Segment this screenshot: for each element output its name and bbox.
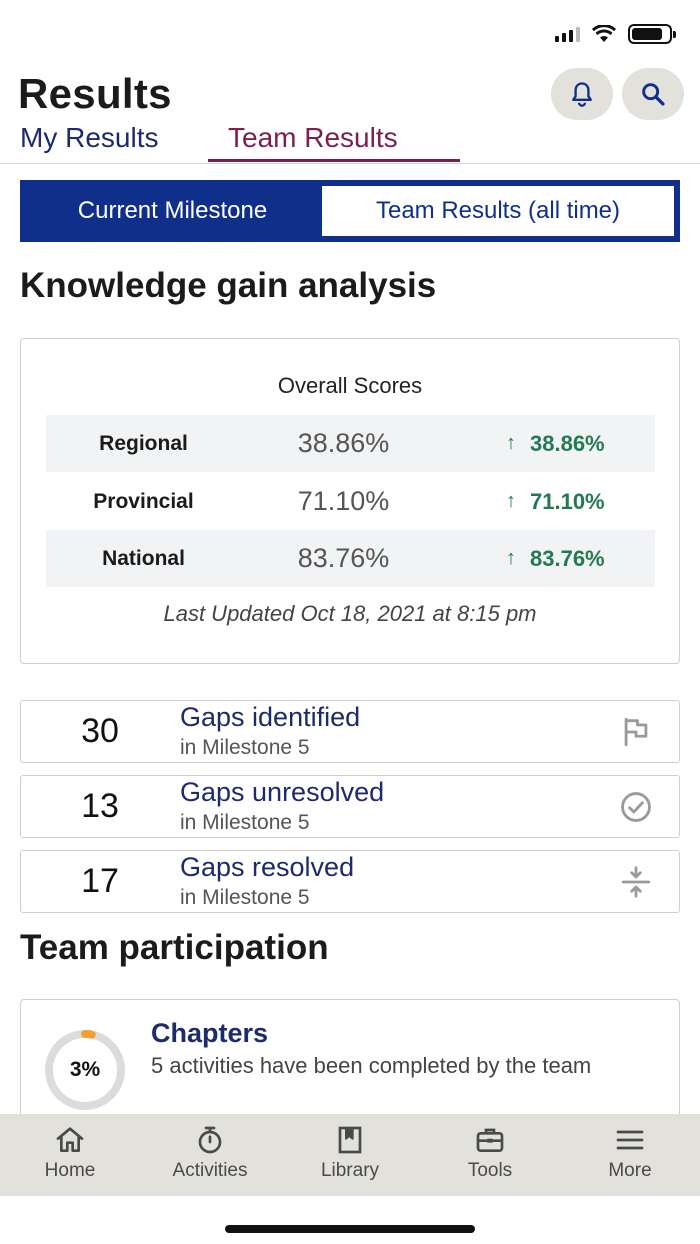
knowledge-gain-heading: Knowledge gain analysis xyxy=(20,266,437,305)
home-indicator[interactable] xyxy=(225,1225,475,1233)
overall-scores-title: Overall Scores xyxy=(277,373,423,398)
nav-label: More xyxy=(608,1160,652,1181)
chapters-title: Chapters xyxy=(151,1018,269,1048)
nav-tools[interactable]: Tools xyxy=(420,1114,560,1196)
status-icons xyxy=(555,24,676,44)
nav-library[interactable]: Library xyxy=(280,1114,420,1196)
bottom-navigation: Home Activities Library Tools More xyxy=(0,1114,700,1196)
nav-label: Tools xyxy=(467,1160,513,1181)
status-bar xyxy=(0,0,700,64)
score-delta: 83.76% xyxy=(530,545,605,571)
segment-team-results-all-time[interactable]: Team Results (all time) xyxy=(322,183,677,239)
gap-title: Gaps unresolved xyxy=(180,777,385,807)
flag-icon xyxy=(624,717,648,747)
bell-icon xyxy=(572,82,592,107)
gap-subtitle: in Milestone 5 xyxy=(180,736,310,759)
signal-icon xyxy=(555,26,580,42)
battery-icon xyxy=(628,24,676,44)
score-value: 38.86% xyxy=(297,428,390,458)
gap-subtitle: in Milestone 5 xyxy=(180,811,310,834)
gap-title: Gaps resolved xyxy=(180,852,355,882)
score-delta: 38.86% xyxy=(530,430,605,456)
score-value: 83.76% xyxy=(297,543,390,573)
score-row-provincial: Provincial 71.10% ↑ 71.10% xyxy=(46,473,655,530)
home-icon xyxy=(56,1127,84,1152)
milestone-segment-control: Current Milestone Team Results (all time… xyxy=(20,180,680,242)
gap-count: 13 xyxy=(81,787,119,825)
gap-count: 30 xyxy=(81,712,119,750)
nav-more[interactable]: More xyxy=(560,1114,700,1196)
page-title: Results xyxy=(18,70,172,117)
gaps-identified-card[interactable]: 30 Gaps identified in Milestone 5 xyxy=(20,700,680,763)
score-name: Provincial xyxy=(93,489,194,513)
notifications-button[interactable] xyxy=(551,68,613,120)
results-tabs: My Results Team Results xyxy=(0,118,700,164)
segment-current-milestone[interactable]: Current Milestone xyxy=(23,183,322,239)
arrow-up-icon: ↑ xyxy=(506,432,516,454)
wifi-icon xyxy=(592,25,616,42)
score-row-national: National 83.76% ↑ 83.76% xyxy=(46,530,655,587)
search-icon xyxy=(642,83,665,106)
score-row-regional: Regional 38.86% ↑ 38.86% xyxy=(46,415,655,472)
nav-label: Home xyxy=(44,1160,96,1181)
score-name: National xyxy=(102,546,185,570)
tab-team-results[interactable]: Team Results xyxy=(208,118,460,162)
nav-label: Activities xyxy=(172,1160,248,1181)
chapters-description: 5 activities have been completed by the … xyxy=(151,1053,592,1078)
book-icon xyxy=(338,1126,362,1154)
score-delta: 71.10% xyxy=(530,488,605,514)
overall-scores-card: Overall Scores Regional 38.86% ↑ 38.86% … xyxy=(20,338,680,664)
stopwatch-icon xyxy=(198,1126,222,1154)
gap-count: 17 xyxy=(81,862,119,900)
score-name: Regional xyxy=(99,431,188,455)
gap-title: Gaps identified xyxy=(180,702,361,732)
search-button[interactable] xyxy=(622,68,684,120)
nav-activities[interactable]: Activities xyxy=(140,1114,280,1196)
compress-icon xyxy=(621,866,651,898)
gaps-unresolved-card[interactable]: 13 Gaps unresolved in Milestone 5 xyxy=(20,775,680,838)
progress-percent: 3% xyxy=(69,1058,101,1081)
check-circle-icon xyxy=(621,792,651,822)
score-value: 71.10% xyxy=(297,486,390,516)
team-participation-heading: Team participation xyxy=(20,928,329,967)
nav-home[interactable]: Home xyxy=(0,1114,140,1196)
tab-my-results[interactable]: My Results xyxy=(20,118,158,162)
gap-subtitle: in Milestone 5 xyxy=(180,886,310,909)
menu-icon xyxy=(616,1130,644,1150)
toolbox-icon xyxy=(476,1128,504,1152)
last-updated: Last Updated Oct 18, 2021 at 8:15 pm xyxy=(163,601,537,626)
arrow-up-icon: ↑ xyxy=(506,490,516,512)
nav-label: Library xyxy=(320,1160,380,1181)
arrow-up-icon: ↑ xyxy=(506,547,516,569)
gaps-resolved-card[interactable]: 17 Gaps resolved in Milestone 5 xyxy=(20,850,680,913)
chapters-participation-card[interactable]: 3% Chapters 5 activities have been compl… xyxy=(20,999,680,1129)
